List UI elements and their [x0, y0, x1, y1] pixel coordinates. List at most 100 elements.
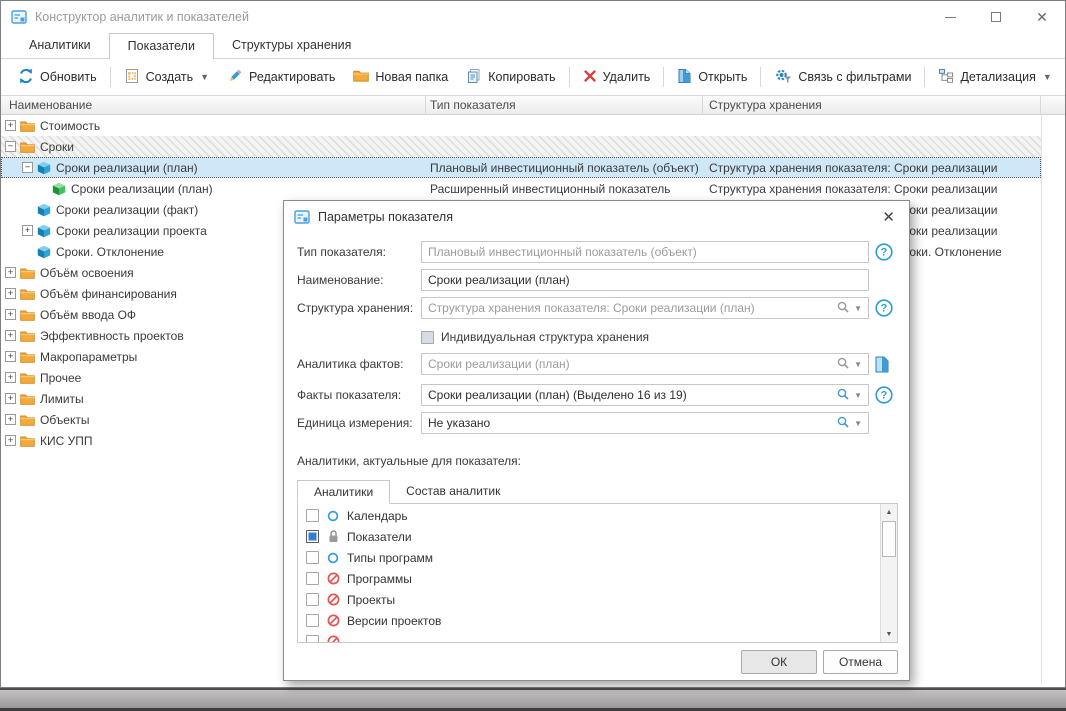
toolbar-separator: [110, 67, 111, 87]
expand-icon[interactable]: +: [5, 330, 16, 341]
search-icon[interactable]: [836, 387, 850, 404]
tab-storage-structures[interactable]: Структуры хранения: [214, 33, 369, 58]
lookup-controls: ▼: [836, 387, 862, 404]
close-button[interactable]: ✕: [1019, 1, 1065, 33]
collapse-icon[interactable]: −: [5, 141, 16, 152]
title-bar[interactable]: Конструктор аналитик и показателей ✕: [1, 1, 1065, 33]
expand-icon[interactable]: +: [5, 435, 16, 446]
checkbox-unchecked[interactable]: [306, 509, 319, 522]
row-name: Сроки реализации (план): [71, 182, 213, 196]
scroll-down-icon[interactable]: ▼: [881, 626, 897, 642]
chevron-down-icon[interactable]: ▼: [854, 391, 862, 400]
chevron-down-icon[interactable]: ▼: [854, 419, 862, 428]
list-item[interactable]: Типы программ: [298, 547, 880, 568]
svg-text:?: ?: [881, 303, 888, 315]
expand-icon[interactable]: +: [5, 267, 16, 278]
detail-button[interactable]: Детализация ▼: [929, 63, 1060, 92]
folder-icon: [20, 141, 35, 153]
unit-input[interactable]: Не указано ▼: [421, 412, 869, 434]
checkbox-checked[interactable]: [306, 530, 319, 543]
field-label: Наименование:: [297, 273, 417, 287]
circle-icon: [326, 552, 340, 564]
individual-structure-checkbox[interactable]: [421, 331, 434, 344]
column-header-structure[interactable]: Структура хранения: [703, 96, 1041, 114]
facts-analytics-input[interactable]: Сроки реализации (план) ▼: [421, 353, 869, 375]
expand-icon[interactable]: +: [22, 225, 33, 236]
expand-icon[interactable]: +: [5, 393, 16, 404]
tab-analytics-inner[interactable]: Аналитики: [297, 480, 390, 504]
type-input[interactable]: Плановый инвестиционный показатель (объе…: [421, 241, 869, 263]
search-icon[interactable]: [836, 415, 850, 432]
edit-button[interactable]: Редактировать: [218, 63, 344, 92]
svg-text:?: ?: [881, 390, 888, 402]
table-row[interactable]: Сроки реализации (план)Расширенный инвес…: [1, 178, 1041, 199]
copy-button[interactable]: Копировать: [457, 63, 564, 92]
dialog-title-bar[interactable]: Параметры показателя ✕: [284, 201, 909, 233]
list-item[interactable]: Календарь: [298, 505, 880, 526]
table-row[interactable]: +Стоимость: [1, 115, 1041, 136]
expand-icon[interactable]: +: [5, 414, 16, 425]
structure-cell: Структура хранения показателя: Сроки реа…: [703, 182, 1001, 196]
column-header-type[interactable]: Тип показателя: [426, 96, 703, 114]
list-item[interactable]: Показатели: [298, 526, 880, 547]
chevron-down-icon[interactable]: ▼: [1043, 72, 1052, 82]
minimize-button[interactable]: [927, 1, 973, 33]
scrollbar-thumb[interactable]: [882, 521, 896, 557]
cube-green-icon: [52, 182, 66, 196]
new-folder-button[interactable]: Новая папка: [344, 64, 457, 90]
expand-icon[interactable]: +: [5, 372, 16, 383]
list-item[interactable]: Программы: [298, 568, 880, 589]
refresh-button[interactable]: Обновить: [9, 63, 106, 92]
name-input[interactable]: Сроки реализации (план): [421, 269, 869, 291]
expand-icon[interactable]: +: [5, 351, 16, 362]
indicator-facts-input[interactable]: Сроки реализации (план) (Выделено 16 из …: [421, 384, 869, 406]
help-icon[interactable]: ?: [875, 386, 893, 404]
ok-button[interactable]: ОК: [741, 650, 817, 674]
list-item[interactable]: Проекты: [298, 589, 880, 610]
grid-header: Наименование Тип показателя Структура хр…: [1, 96, 1065, 115]
search-icon[interactable]: [836, 300, 850, 317]
open-button[interactable]: Открыть: [668, 63, 756, 92]
type-field-row: Тип показателя: Плановый инвестиционный …: [284, 241, 909, 263]
expand-icon[interactable]: +: [5, 309, 16, 320]
help-icon[interactable]: ?: [875, 299, 893, 317]
chevron-down-icon[interactable]: ▼: [854, 304, 862, 313]
maximize-button[interactable]: [973, 1, 1019, 33]
button-label: Детализация: [960, 70, 1035, 84]
tab-analytics-composition[interactable]: Состав аналитик: [390, 480, 516, 504]
list-item[interactable]: [298, 631, 880, 643]
chevron-down-icon[interactable]: ▼: [854, 360, 862, 369]
search-icon[interactable]: [836, 356, 850, 373]
list-item-label: Показатели: [347, 530, 412, 544]
facts-analytics-field-row: Аналитика фактов: Сроки реализации (план…: [284, 353, 909, 375]
row-name: Сроки: [40, 140, 74, 154]
indicator-facts-field-row: Факты показателя: Сроки реализации (план…: [284, 384, 909, 406]
cancel-button[interactable]: Отмена: [823, 650, 898, 674]
checkbox-unchecked[interactable]: [306, 551, 319, 564]
filter-link-button[interactable]: Связь с фильтрами: [765, 63, 920, 92]
cube-blue-icon: [37, 203, 51, 217]
indicator-parameters-dialog: Параметры показателя ✕ Тип показателя: П…: [283, 200, 910, 681]
table-row[interactable]: −Сроки реализации (план)Плановый инвести…: [1, 157, 1041, 178]
checkbox-unchecked[interactable]: [306, 572, 319, 585]
expand-icon[interactable]: +: [5, 288, 16, 299]
storage-structure-input[interactable]: Структура хранения показателя: Сроки реа…: [421, 297, 869, 319]
checkbox-unchecked[interactable]: [306, 635, 319, 643]
scrollbar[interactable]: ▲ ▼: [880, 504, 897, 642]
list-item[interactable]: Версии проектов: [298, 610, 880, 631]
delete-button[interactable]: Удалить: [574, 64, 660, 91]
dialog-close-icon[interactable]: ✕: [882, 210, 895, 225]
checkbox-unchecked[interactable]: [306, 593, 319, 606]
collapse-icon[interactable]: −: [22, 162, 33, 173]
create-button[interactable]: Создать ▼: [115, 63, 218, 92]
table-row[interactable]: − Сроки: [1, 136, 1041, 157]
help-icon[interactable]: ?: [875, 243, 893, 261]
tab-analytics[interactable]: Аналитики: [11, 33, 109, 58]
checkbox-unchecked[interactable]: [306, 614, 319, 627]
tab-indicators[interactable]: Показатели: [109, 33, 214, 59]
scroll-up-icon[interactable]: ▲: [881, 504, 897, 520]
open-document-icon[interactable]: [875, 356, 889, 373]
expand-icon[interactable]: +: [5, 120, 16, 131]
chevron-down-icon[interactable]: ▼: [200, 72, 209, 82]
column-header-name[interactable]: Наименование: [1, 96, 426, 114]
